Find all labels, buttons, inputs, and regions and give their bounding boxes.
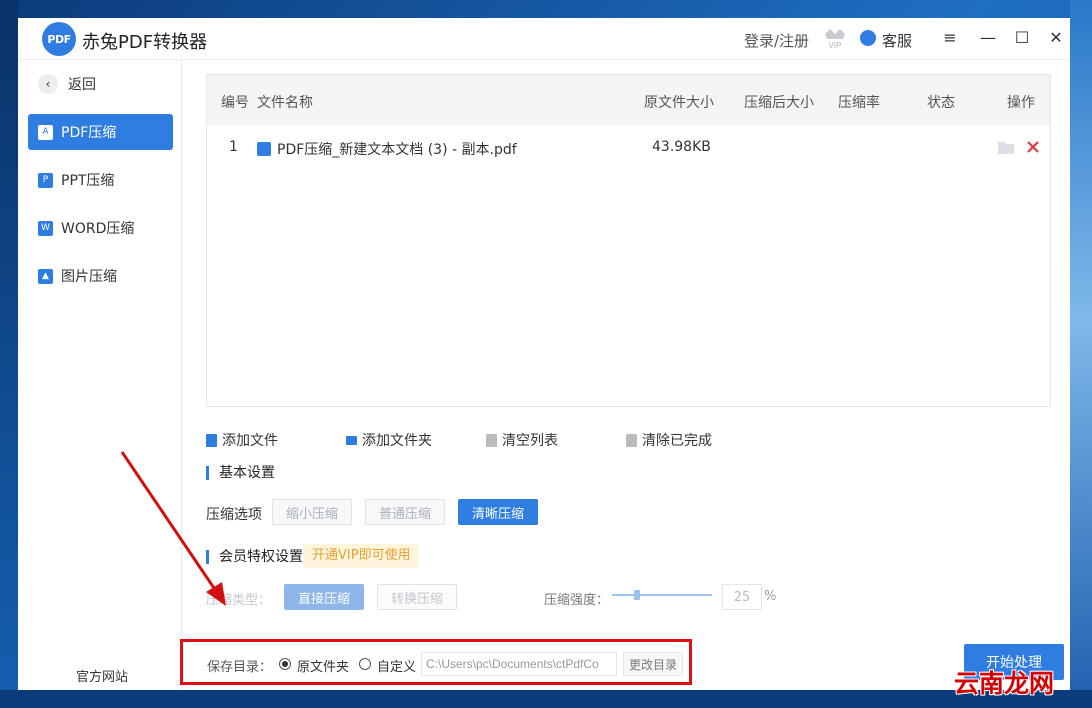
- back-button[interactable]: ‹ 返回: [38, 74, 96, 94]
- minimize-button[interactable]: —: [978, 28, 998, 48]
- table-row[interactable]: 1 PDF压缩_新建文本文档 (3) - 副本.pdf 43.98KB: [207, 133, 1050, 163]
- col-original-size: 原文件大小: [644, 95, 714, 111]
- custom-folder-label[interactable]: 自定义: [377, 656, 416, 675]
- type-convert-button[interactable]: 转换压缩: [377, 584, 457, 610]
- clear-list-label: 清空列表: [502, 433, 558, 449]
- customer-service-link[interactable]: 客服: [882, 30, 912, 51]
- broom-icon: [486, 433, 497, 447]
- sidebar-item-label: PDF压缩: [61, 125, 117, 141]
- col-rate: 压缩率: [838, 95, 880, 111]
- type-direct-button[interactable]: 直接压缩: [284, 584, 364, 610]
- sidebar-item-word-compress[interactable]: W WORD压缩: [28, 210, 173, 246]
- broom-icon: [626, 433, 637, 447]
- original-folder-label[interactable]: 原文件夹: [297, 656, 349, 675]
- sidebar-item-ppt-compress[interactable]: P PPT压缩: [28, 162, 173, 198]
- file-table: 编号 文件名称 原文件大小 压缩后大小 压缩率 状态 操作 1 PDF压缩_新建…: [206, 74, 1051, 407]
- desktop-background-left: [0, 0, 18, 708]
- desktop-background-bottom: [0, 690, 1092, 708]
- pdf-icon: A: [38, 124, 53, 140]
- strength-label: 压缩强度：: [544, 593, 610, 608]
- row-filename: PDF压缩_新建文本文档 (3) - 副本.pdf: [257, 139, 517, 159]
- strength-slider-handle[interactable]: [634, 590, 640, 600]
- clear-done-button[interactable]: 清除已完成: [626, 430, 712, 450]
- login-register-link[interactable]: 登录/注册: [744, 30, 809, 51]
- add-file-label: 添加文件: [222, 433, 278, 449]
- strength-unit: %: [764, 589, 777, 604]
- clear-done-label: 清除已完成: [642, 433, 712, 449]
- row-index: 1: [229, 139, 238, 155]
- app-window: PDF 赤兔PDF转换器 登录/注册 VIP 客服 ≡ — ☐ ✕ ‹ 返回 A…: [18, 18, 1070, 690]
- strength-slider-track[interactable]: [612, 594, 712, 596]
- folder-icon: [346, 435, 357, 445]
- col-actions: 操作: [1007, 95, 1035, 111]
- file-actions: 添加文件 添加文件夹 清空列表 清除已完成: [206, 430, 1051, 450]
- add-folder-button[interactable]: 添加文件夹: [346, 430, 432, 450]
- sidebar-item-image-compress[interactable]: ▲ 图片压缩: [28, 258, 173, 294]
- col-filename: 文件名称: [257, 95, 313, 111]
- official-site-link[interactable]: 官方网站: [76, 666, 128, 685]
- compress-option-label: 压缩选项: [206, 507, 262, 523]
- delete-icon[interactable]: [1025, 139, 1041, 155]
- desktop-background-right: [1070, 0, 1092, 708]
- option-clear-button[interactable]: 清晰压缩: [458, 499, 538, 525]
- row-original-size: 43.98KB: [652, 139, 711, 155]
- radio-custom-folder[interactable]: [359, 658, 371, 670]
- sidebar-item-label: 图片压缩: [61, 269, 117, 285]
- save-directory-highlight: 保存目录： 原文件夹 自定义 C:\Users\pc\Documents\ctP…: [180, 639, 692, 685]
- option-shrink-button[interactable]: 缩小压缩: [272, 499, 352, 525]
- sidebar: ‹ 返回 A PDF压缩 P PPT压缩 W WORD压缩 ▲ 图片压缩 官方网…: [18, 60, 182, 690]
- vip-text: VIP: [829, 41, 842, 50]
- change-directory-button[interactable]: 更改目录: [623, 652, 683, 676]
- menu-icon[interactable]: ≡: [940, 28, 960, 48]
- add-file-icon: [206, 433, 217, 447]
- pdf-file-icon: [257, 142, 271, 156]
- image-icon: ▲: [38, 268, 53, 284]
- watermark-logo: 云南龙网: [954, 669, 1055, 698]
- open-folder-icon[interactable]: [997, 139, 1015, 155]
- table-header: 编号 文件名称 原文件大小 压缩后大小 压缩率 状态 操作: [207, 75, 1050, 125]
- chevron-left-icon: ‹: [38, 74, 58, 94]
- sidebar-item-label: PPT压缩: [61, 173, 115, 189]
- strength-input[interactable]: 25: [722, 584, 762, 610]
- vip-badge[interactable]: 开通VIP即可使用: [304, 544, 419, 568]
- back-label: 返回: [68, 77, 96, 93]
- add-file-button[interactable]: 添加文件: [206, 430, 278, 450]
- col-status: 状态: [927, 95, 955, 111]
- compress-type-label: 压缩类型：: [206, 593, 272, 608]
- word-icon: W: [38, 220, 53, 236]
- add-folder-label: 添加文件夹: [362, 433, 432, 449]
- option-normal-button[interactable]: 普通压缩: [365, 499, 445, 525]
- row-filename-text: PDF压缩_新建文本文档 (3) - 副本.pdf: [277, 142, 517, 158]
- sidebar-item-label: WORD压缩: [61, 221, 135, 237]
- ppt-icon: P: [38, 172, 53, 188]
- customer-service-icon[interactable]: [860, 30, 876, 46]
- radio-original-folder[interactable]: [279, 658, 291, 670]
- col-compressed-size: 压缩后大小: [744, 95, 814, 111]
- title-bar: PDF 赤兔PDF转换器 登录/注册 VIP 客服 ≡ — ☐ ✕: [18, 18, 1070, 60]
- vip-settings-title: 会员特权设置: [206, 550, 303, 564]
- save-path-input[interactable]: C:\Users\pc\Documents\ctPdfCo: [421, 652, 617, 676]
- save-directory-label: 保存目录：: [207, 660, 273, 675]
- vip-crown-icon[interactable]: VIP: [822, 24, 848, 50]
- col-index: 编号: [221, 95, 249, 111]
- app-title: 赤兔PDF转换器: [82, 32, 208, 53]
- sidebar-item-pdf-compress[interactable]: A PDF压缩: [28, 114, 173, 150]
- basic-settings-title: 基本设置: [206, 466, 275, 480]
- clear-list-button[interactable]: 清空列表: [486, 430, 558, 450]
- app-logo-icon: PDF: [42, 22, 76, 56]
- maximize-button[interactable]: ☐: [1012, 28, 1032, 48]
- close-window-button[interactable]: ✕: [1046, 28, 1066, 48]
